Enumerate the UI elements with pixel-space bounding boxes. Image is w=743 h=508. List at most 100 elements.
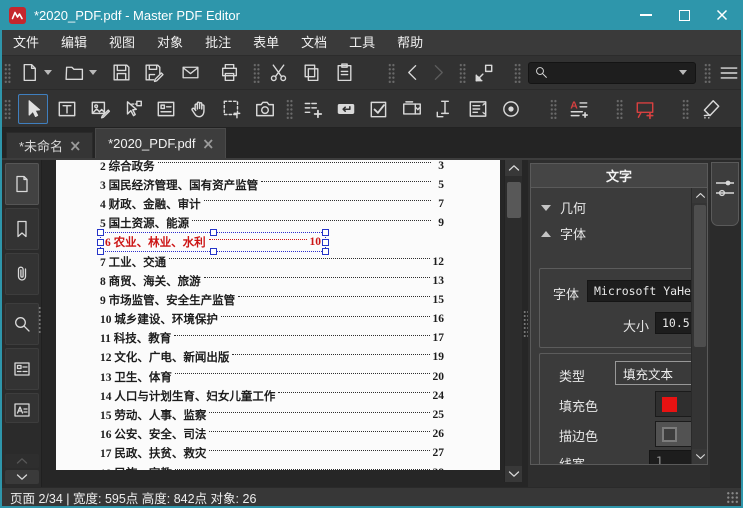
toolbar-drag-grip[interactable] (513, 62, 521, 83)
document-viewport[interactable]: 2 综合政务 3 3 国民经济管理、国有资产监管 5 4 财政、金融、审计 7 … (42, 160, 523, 487)
toc-row[interactable]: 2 综合政务 3 (100, 160, 444, 175)
toc-row[interactable]: 3 国民经济管理、国有资产监管 5 (100, 175, 444, 194)
sidebar-properties-button[interactable] (4, 393, 39, 423)
search-input[interactable] (548, 65, 676, 80)
toc-row[interactable]: 5 国土资源、能源 9 (100, 214, 444, 233)
minimize-button[interactable] (627, 0, 665, 30)
selection-handle[interactable] (209, 229, 217, 237)
select-area-tool-button[interactable] (217, 94, 247, 124)
add-radio-button-button[interactable] (496, 94, 526, 124)
fill-color-button[interactable] (655, 391, 693, 417)
selection-handle[interactable] (322, 248, 329, 256)
edit-path-tool-button[interactable] (118, 94, 148, 124)
properties-side-tab[interactable] (711, 162, 739, 226)
toolbar-drag-grip[interactable] (252, 62, 260, 83)
save-button[interactable] (110, 59, 133, 86)
selection-handle[interactable] (322, 238, 329, 246)
toc-row[interactable]: 4 财政、金融、审计 7 (100, 194, 444, 213)
toc-row[interactable]: 14 人口与计划生育、妇女儿童工作 24 (100, 386, 444, 405)
menu-forms[interactable]: 表单 (242, 30, 290, 55)
toc-row[interactable]: 7 工业、交通 12 (100, 252, 444, 271)
toolbar-drag-grip[interactable] (550, 98, 557, 119)
panel-scroll-down-button[interactable] (692, 449, 707, 464)
maximize-button[interactable] (665, 0, 703, 30)
back-button[interactable] (402, 59, 425, 86)
pdf-page[interactable]: 2 综合政务 3 3 国民经济管理、国有资产监管 5 4 财政、金融、审计 7 … (56, 160, 500, 470)
menu-help[interactable]: 帮助 (386, 30, 434, 55)
tab-2020-pdf[interactable]: *2020_PDF.pdf (95, 128, 226, 158)
new-document-dropdown-caret[interactable] (44, 70, 53, 75)
section-geometry[interactable]: 几何 (541, 198, 586, 217)
search-box[interactable] (527, 61, 696, 84)
selection-handle[interactable] (97, 229, 104, 237)
toolbar-drag-grip[interactable] (458, 62, 466, 83)
panel-scrollbar-thumb[interactable] (694, 205, 706, 347)
add-text-field-button[interactable] (430, 94, 460, 124)
add-combobox-button[interactable] (397, 94, 427, 124)
menu-view[interactable]: 视图 (98, 30, 146, 55)
add-text-annotation-button[interactable]: A (564, 94, 594, 124)
toc-row[interactable]: 12 文化、广电、新闻出版 19 (100, 348, 444, 367)
toolbar-drag-grip[interactable] (4, 98, 11, 119)
hand-tool-button[interactable] (184, 94, 214, 124)
toc-row[interactable]: 11 科技、教育 17 (100, 329, 444, 348)
toolbar-drag-grip[interactable] (4, 62, 11, 83)
menu-edit[interactable]: 编辑 (50, 30, 98, 55)
panel-scrollbar[interactable] (691, 188, 707, 464)
eraser-tool-button[interactable] (696, 94, 726, 124)
scrollbar-thumb[interactable] (507, 182, 521, 218)
tab-close-icon[interactable] (203, 138, 213, 149)
section-font[interactable]: 字体 (541, 224, 586, 243)
open-dropdown-caret[interactable] (89, 70, 98, 75)
forward-button[interactable] (426, 59, 449, 86)
toc-row-selected[interactable]: 6 农业、林业、水利 10 (97, 229, 444, 256)
selection-handle[interactable] (209, 248, 217, 256)
sidebar-search-button[interactable] (4, 303, 39, 345)
font-name-field[interactable]: Microsoft YaHei (587, 280, 701, 302)
toolbar-drag-grip[interactable] (682, 98, 689, 119)
scroll-down-button[interactable] (505, 466, 523, 482)
menu-tools[interactable]: 工具 (338, 30, 386, 55)
edit-image-tool-button[interactable] (85, 94, 115, 124)
paste-button[interactable] (333, 59, 356, 86)
save-as-button[interactable] (141, 59, 164, 86)
search-dropdown-caret[interactable] (678, 70, 687, 75)
selection-handle[interactable] (97, 248, 104, 256)
sidebar-pages-button[interactable] (4, 163, 39, 205)
fit-selection-button[interactable] (473, 59, 496, 86)
menu-file[interactable]: 文件 (2, 30, 50, 55)
tab-close-icon[interactable] (70, 140, 80, 151)
add-sticky-note-button[interactable] (298, 94, 328, 124)
toolbar-drag-grip[interactable] (388, 62, 396, 83)
cut-button[interactable] (267, 59, 290, 86)
main-menu-button[interactable] (718, 59, 741, 86)
toc-row[interactable]: 16 公安、安全、司法 26 (100, 425, 444, 444)
toc-row[interactable]: 17 民政、扶贫、救灾 27 (100, 444, 444, 463)
toc-row[interactable]: 13 卫生、体育 20 (100, 367, 444, 386)
add-listbox-button[interactable] (463, 94, 493, 124)
menu-object[interactable]: 对象 (146, 30, 194, 55)
toolbar-drag-grip[interactable] (703, 62, 711, 83)
tab-untitled[interactable]: *未命名 (6, 132, 94, 158)
selected-text-object[interactable]: 6 农业、林业、水利 10 (97, 229, 329, 256)
toolbar-drag-grip[interactable] (616, 98, 623, 119)
add-checkbox-button[interactable] (364, 94, 394, 124)
email-button[interactable] (179, 59, 202, 86)
copy-button[interactable] (300, 59, 323, 86)
sidebar-scroll-down-button[interactable] (5, 470, 39, 484)
edit-text-tool-button[interactable] (52, 94, 82, 124)
toc-row[interactable]: 9 市场监管、安全生产监管 15 (100, 290, 444, 309)
open-button[interactable] (63, 59, 86, 86)
panel-scroll-up-button[interactable] (692, 188, 707, 203)
menu-annotation[interactable]: 批注 (194, 30, 242, 55)
new-document-button[interactable] (18, 59, 41, 86)
menu-document[interactable]: 文档 (290, 30, 338, 55)
document-scrollbar[interactable] (504, 160, 523, 482)
toolbar-drag-grip[interactable] (286, 98, 293, 119)
toc-row[interactable]: 15 劳动、人事、监察 25 (100, 405, 444, 424)
selection-handle[interactable] (322, 229, 329, 237)
sidebar-bookmarks-button[interactable] (4, 208, 39, 250)
toc-row[interactable]: 18 民族、宗教 28 (100, 463, 444, 470)
window-resize-grip[interactable] (726, 491, 739, 504)
sidebar-attachments-button[interactable] (4, 253, 39, 295)
